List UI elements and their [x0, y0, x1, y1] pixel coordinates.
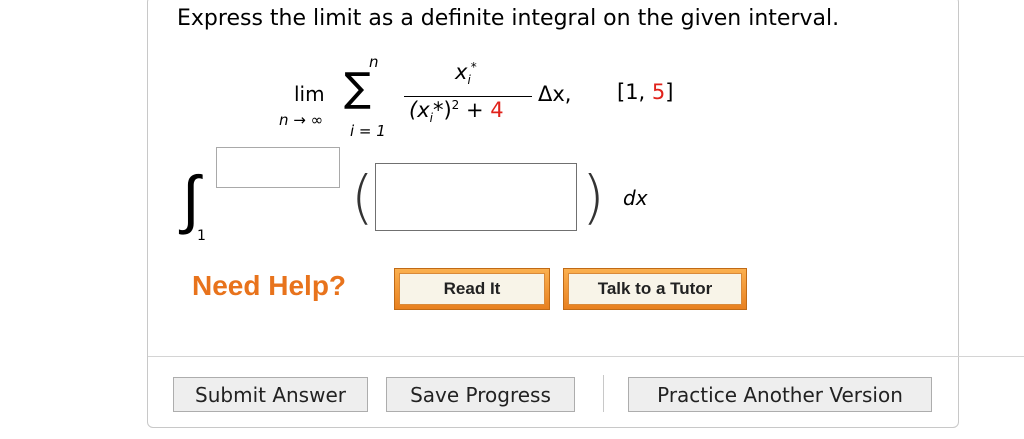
interval-end: 5 [651, 80, 666, 104]
panel-divider [148, 356, 1024, 357]
numerator-sup: * [470, 60, 477, 74]
integral-lower-limit: 1 [197, 228, 206, 244]
left-paren: ( [351, 163, 374, 231]
save-progress-button[interactable]: Save Progress [386, 377, 575, 412]
read-it-button[interactable]: Read It [394, 268, 550, 310]
sigma-upper-bound: n [369, 53, 379, 71]
denominator-plus: + [459, 98, 491, 122]
lim-label: lim [294, 82, 325, 106]
fraction-bar [404, 96, 532, 97]
integrand-input[interactable] [375, 163, 577, 231]
numerator-var: x [455, 60, 468, 84]
lim-subscript: n → ∞ [279, 111, 324, 129]
question-text: Express the limit as a definite integral… [177, 6, 840, 31]
actions-divider [603, 375, 604, 412]
denominator-mid: *) [432, 98, 452, 122]
read-it-label: Read It [399, 273, 545, 305]
practice-another-version-button[interactable]: Practice Another Version [628, 377, 932, 412]
talk-to-tutor-label: Talk to a Tutor [568, 273, 742, 305]
differential-dx: dx [623, 186, 648, 210]
sigma-lower-bound: i = 1 [350, 122, 386, 140]
need-help-label: Need Help? [192, 270, 347, 301]
denominator-open: (x [409, 98, 430, 122]
talk-to-tutor-button[interactable]: Talk to a Tutor [563, 268, 747, 310]
sigma-symbol: ∑ [344, 65, 371, 111]
delta-x: Δx, [538, 82, 572, 106]
right-paren: ) [582, 163, 605, 231]
interval-open: [1, [617, 80, 652, 104]
integral-symbol: ∫ [182, 163, 200, 237]
interval: [1, 5] [617, 80, 673, 104]
denominator-constant: 4 [490, 98, 504, 122]
fraction-numerator: xi* [455, 60, 477, 87]
upper-limit-input[interactable] [216, 147, 340, 188]
numerator-sub: i [467, 73, 471, 88]
submit-answer-button[interactable]: Submit Answer [173, 377, 368, 412]
interval-close: ] [665, 80, 674, 104]
fraction-denominator: (xi*)2 + 4 [409, 98, 504, 125]
